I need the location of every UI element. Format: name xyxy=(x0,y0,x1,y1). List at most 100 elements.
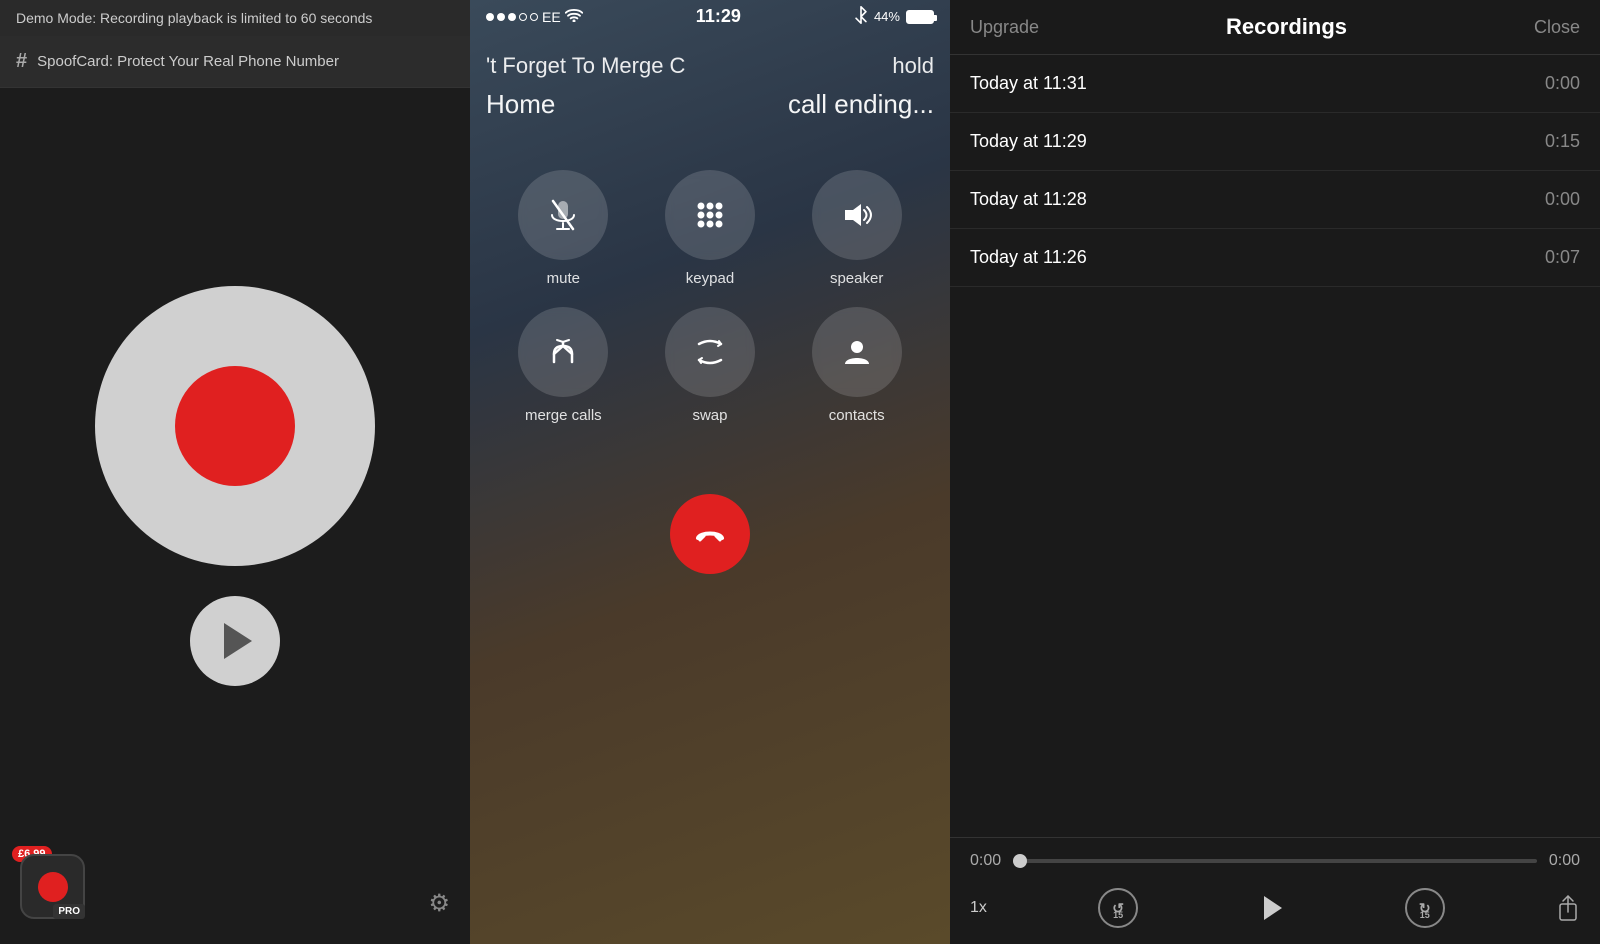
recording-duration-2: 0:15 xyxy=(1545,131,1580,152)
recording-item-1[interactable]: Today at 11:31 0:00 xyxy=(950,55,1600,113)
player-controls-row: 1x ↺ 15 ↻ 15 xyxy=(970,878,1580,930)
demo-banner-text: Demo Mode: Recording playback is limited… xyxy=(16,10,372,26)
speaker-label: speaker xyxy=(830,270,883,287)
pro-label: PRO xyxy=(53,904,85,919)
settings-button[interactable]: ⚙ xyxy=(428,889,450,918)
record-dot xyxy=(175,366,295,486)
mute-label: mute xyxy=(547,270,580,287)
end-call-icon xyxy=(692,516,728,552)
signal-dot-2 xyxy=(497,13,505,21)
player-time-row: 0:00 0:00 xyxy=(970,852,1580,870)
close-button[interactable]: Close xyxy=(1534,17,1580,38)
record-button[interactable] xyxy=(95,286,375,566)
player-play-button[interactable] xyxy=(1249,886,1293,930)
contacts-label: contacts xyxy=(829,407,885,424)
speaker-icon xyxy=(839,197,875,233)
call-ending-label: call ending... xyxy=(788,89,934,120)
bluetooth-icon xyxy=(854,6,868,27)
play-triangle-icon xyxy=(224,623,252,659)
skip-back-button[interactable]: ↺ 15 xyxy=(1098,888,1138,928)
right-panel: Upgrade Recordings Close Today at 11:31 … xyxy=(950,0,1600,944)
gear-icon: ⚙ xyxy=(428,890,450,917)
progress-bar[interactable] xyxy=(1013,859,1537,863)
swap-button[interactable]: swap xyxy=(647,307,774,424)
player-total-time: 0:00 xyxy=(1549,852,1580,870)
battery-percent: 44% xyxy=(874,9,900,24)
swap-circle xyxy=(665,307,755,397)
recording-time-2: Today at 11:29 xyxy=(970,131,1087,152)
recording-duration-1: 0:00 xyxy=(1545,73,1580,94)
upgrade-button[interactable]: Upgrade xyxy=(970,17,1039,38)
keypad-icon xyxy=(692,197,728,233)
recordings-title: Recordings xyxy=(1226,14,1347,40)
recordings-header: Upgrade Recordings Close xyxy=(950,0,1600,55)
record-area xyxy=(0,88,470,944)
merge-calls-icon xyxy=(545,334,581,370)
middle-panel: EE 11:29 44% 't Forget To Merge C hold H… xyxy=(470,0,950,944)
playback-speed[interactable]: 1x xyxy=(970,899,987,917)
status-time: 11:29 xyxy=(696,6,741,27)
merge-calls-label: merge calls xyxy=(525,407,602,424)
end-call-button[interactable] xyxy=(670,494,750,574)
recording-time-3: Today at 11:28 xyxy=(970,189,1087,210)
hash-icon: # xyxy=(16,50,27,73)
contacts-icon xyxy=(839,334,875,370)
signal-dot-1 xyxy=(486,13,494,21)
status-right: 44% xyxy=(854,6,934,27)
keypad-button[interactable]: keypad xyxy=(647,170,774,287)
mute-icon xyxy=(545,197,581,233)
pro-record-dot xyxy=(38,872,68,902)
call-hold-text: hold xyxy=(892,53,934,79)
contacts-circle xyxy=(812,307,902,397)
swap-icon xyxy=(692,334,728,370)
end-call-area xyxy=(470,444,950,604)
contacts-button[interactable]: contacts xyxy=(793,307,920,424)
recording-time-1: Today at 11:31 xyxy=(970,73,1087,94)
share-button[interactable] xyxy=(1556,894,1580,922)
swap-label: swap xyxy=(692,407,727,424)
demo-banner: Demo Mode: Recording playback is limited… xyxy=(0,0,470,36)
recording-item-4[interactable]: Today at 11:26 0:07 xyxy=(950,229,1600,287)
mute-circle xyxy=(518,170,608,260)
wifi-icon xyxy=(565,8,583,25)
call-bottom-row: Home call ending... xyxy=(486,89,934,120)
skip-back-label: 15 xyxy=(1113,910,1123,920)
keypad-label: keypad xyxy=(686,270,734,287)
signal-dot-3 xyxy=(508,13,516,21)
status-bar: EE 11:29 44% xyxy=(470,0,950,33)
player-area: 0:00 0:00 1x ↺ 15 ↻ 15 xyxy=(950,837,1600,944)
player-current-time: 0:00 xyxy=(970,852,1001,870)
carrier-label: EE xyxy=(542,9,561,25)
left-panel: Demo Mode: Recording playback is limited… xyxy=(0,0,470,944)
recording-time-4: Today at 11:26 xyxy=(970,247,1087,268)
mute-button[interactable]: mute xyxy=(500,170,627,287)
pro-icon-wrap[interactable]: £6.99 PRO xyxy=(20,854,90,924)
pro-icon-circle: PRO xyxy=(20,854,85,919)
status-left: EE xyxy=(486,8,583,25)
recording-item-2[interactable]: Today at 11:29 0:15 xyxy=(950,113,1600,171)
battery-icon xyxy=(906,10,934,24)
call-controls-grid: mute keypad xyxy=(470,130,950,444)
skip-fwd-label: 15 xyxy=(1420,910,1430,920)
spoofcard-bar[interactable]: # SpoofCard: Protect Your Real Phone Num… xyxy=(0,36,470,88)
call-home-label: Home xyxy=(486,89,555,120)
play-button[interactable] xyxy=(190,596,280,686)
skip-fwd-button[interactable]: ↻ 15 xyxy=(1405,888,1445,928)
recording-item-3[interactable]: Today at 11:28 0:00 xyxy=(950,171,1600,229)
recording-duration-4: 0:07 xyxy=(1545,247,1580,268)
spoofcard-text: SpoofCard: Protect Your Real Phone Numbe… xyxy=(37,53,339,70)
signal-dot-5 xyxy=(530,13,538,21)
merge-calls-circle xyxy=(518,307,608,397)
recordings-list: Today at 11:31 0:00 Today at 11:29 0:15 … xyxy=(950,55,1600,837)
speaker-button[interactable]: speaker xyxy=(793,170,920,287)
signal-dot-4 xyxy=(519,13,527,21)
progress-thumb xyxy=(1013,854,1027,868)
bottom-left-area: £6.99 PRO xyxy=(20,854,90,924)
call-forget-text: 't Forget To Merge C xyxy=(486,53,685,79)
call-info: 't Forget To Merge C hold Home call endi… xyxy=(470,33,950,130)
signal-dots xyxy=(486,13,538,21)
call-top-row: 't Forget To Merge C hold xyxy=(486,53,934,79)
player-play-icon xyxy=(1264,896,1282,920)
share-icon xyxy=(1556,894,1580,922)
merge-calls-button[interactable]: merge calls xyxy=(500,307,627,424)
